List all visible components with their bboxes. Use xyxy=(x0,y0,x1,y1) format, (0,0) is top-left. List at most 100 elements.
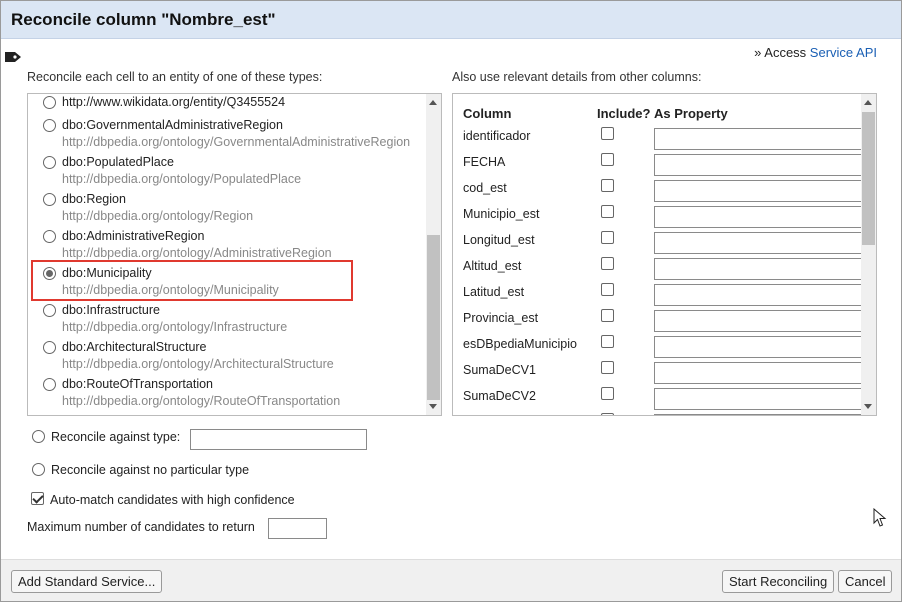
type-item[interactable]: dbo:RouteOfTransportation http://dbpedia… xyxy=(28,377,426,414)
include-checkbox[interactable] xyxy=(601,257,614,270)
type-item[interactable]: dbo:Region http://dbpedia.org/ontology/R… xyxy=(28,192,426,229)
column-row: SumaDeCV1 xyxy=(453,360,864,386)
reconcile-dialog: Reconcile column "Nombre_est" » Access S… xyxy=(0,0,902,602)
type-item-selected[interactable]: dbo:Municipality http://dbpedia.org/onto… xyxy=(28,266,426,303)
column-name: SumaDeCV1 xyxy=(463,363,536,377)
type-name: dbo:Municipality xyxy=(62,266,152,280)
type-item[interactable]: dbo:Infrastructure http://dbpedia.org/on… xyxy=(28,303,426,340)
property-input[interactable] xyxy=(654,258,864,280)
scrollbar-thumb[interactable] xyxy=(427,235,440,400)
column-name: identificador xyxy=(463,129,531,143)
type-item[interactable]: dbo:GovernmentalAdministrativeRegion htt… xyxy=(28,118,426,155)
scroll-up-arrow-icon[interactable] xyxy=(864,100,872,105)
cancel-button[interactable]: Cancel xyxy=(838,570,893,593)
types-scrollbar[interactable] xyxy=(426,94,441,415)
scrollbar-thumb[interactable] xyxy=(862,112,875,245)
type-uri: http://dbpedia.org/ontology/Governmental… xyxy=(62,135,411,149)
property-input[interactable] xyxy=(654,128,864,150)
include-checkbox[interactable] xyxy=(601,335,614,348)
column-row: FECHA xyxy=(453,152,864,178)
include-checkbox[interactable] xyxy=(601,309,614,322)
type-name: http://www.wikidata.org/entity/Q3455524 xyxy=(62,95,286,109)
type-uri: http://dbpedia.org/ontology/Infrastructu… xyxy=(62,320,288,334)
column-name: Longitud_est xyxy=(463,233,535,247)
type-name: dbo:Infrastructure xyxy=(62,303,160,317)
include-checkbox[interactable] xyxy=(601,387,614,400)
column-row: identificador xyxy=(453,126,864,152)
include-header: Include? xyxy=(597,106,651,121)
type-uri: http://dbpedia.org/ontology/Architectura… xyxy=(62,357,334,371)
type-radio[interactable] xyxy=(43,96,56,109)
no-type-radio[interactable] xyxy=(32,463,45,476)
type-name: dbo:AdministrativeRegion xyxy=(62,229,205,243)
add-standard-service-button[interactable]: Add Standard Service... xyxy=(11,570,163,593)
type-radio[interactable] xyxy=(43,193,56,206)
column-header: Column xyxy=(463,106,512,121)
type-radio[interactable] xyxy=(43,341,56,354)
type-radio[interactable] xyxy=(43,304,56,317)
types-list[interactable]: http://www.wikidata.org/entity/Q3455524 … xyxy=(27,93,442,416)
include-checkbox[interactable] xyxy=(601,205,614,218)
against-type-label: Reconcile against type: xyxy=(51,430,181,444)
include-checkbox[interactable] xyxy=(601,283,614,296)
automatch-checkbox[interactable] xyxy=(31,492,44,505)
type-uri: http://dbpedia.org/ontology/Administrati… xyxy=(62,246,332,260)
max-candidates-input[interactable] xyxy=(268,518,327,539)
property-input[interactable] xyxy=(654,310,864,332)
include-checkbox[interactable] xyxy=(601,127,614,140)
type-radio[interactable] xyxy=(43,119,56,132)
start-reconciling-button[interactable]: Start Reconciling xyxy=(722,570,835,593)
include-checkbox[interactable] xyxy=(601,361,614,374)
include-checkbox[interactable] xyxy=(601,413,614,415)
service-api-link[interactable]: Service API xyxy=(810,45,877,60)
as-property-header: As Property xyxy=(654,106,728,121)
type-item[interactable]: dbo:ArchitecturalStructure http://dbpedi… xyxy=(28,340,426,377)
tag-icon[interactable] xyxy=(4,50,22,64)
type-radio[interactable] xyxy=(43,230,56,243)
type-uri: http://dbpedia.org/ontology/Municipality xyxy=(62,283,279,297)
property-input[interactable] xyxy=(654,180,864,202)
type-radio[interactable] xyxy=(43,156,56,169)
property-input[interactable] xyxy=(654,362,864,384)
type-radio[interactable] xyxy=(43,378,56,391)
dialog-titlebar[interactable]: Reconcile column "Nombre_est" xyxy=(1,1,901,39)
column-name: Altitud_est xyxy=(463,259,522,273)
no-type-label: Reconcile against no particular type xyxy=(51,463,250,477)
include-checkbox[interactable] xyxy=(601,153,614,166)
column-name: FECHA xyxy=(463,155,506,169)
property-input[interactable] xyxy=(654,154,864,176)
property-input[interactable] xyxy=(654,388,864,410)
property-input[interactable] xyxy=(654,284,864,306)
column-name: cod_est xyxy=(463,181,507,195)
column-name: esDBpediaMunicipio xyxy=(463,337,577,351)
property-input[interactable] xyxy=(654,414,864,415)
column-row: Longitud_est xyxy=(453,230,864,256)
types-section-label: Reconcile each cell to an entity of one … xyxy=(27,70,323,84)
dialog-footer: Add Standard Service... Start Reconcilin… xyxy=(1,559,901,601)
include-checkbox[interactable] xyxy=(601,179,614,192)
scroll-down-arrow-icon[interactable] xyxy=(429,404,437,409)
property-input[interactable] xyxy=(654,206,864,228)
against-type-radio[interactable] xyxy=(32,430,45,443)
column-name: Latitud_est xyxy=(463,285,525,299)
type-item[interactable]: dbo:PopulatedPlace http://dbpedia.org/on… xyxy=(28,155,426,192)
column-row: Municipio_est xyxy=(453,204,864,230)
property-input[interactable] xyxy=(654,232,864,254)
columns-scrollbar[interactable] xyxy=(861,94,876,415)
type-uri: http://dbpedia.org/ontology/Region xyxy=(62,209,254,223)
type-item[interactable]: dbo:AdministrativeRegion http://dbpedia.… xyxy=(28,229,426,266)
column-row: esDBpediaMunicipio xyxy=(453,334,864,360)
against-type-input[interactable] xyxy=(190,429,367,450)
scroll-down-arrow-icon[interactable] xyxy=(864,404,872,409)
property-input[interactable] xyxy=(654,336,864,358)
type-uri: http://dbpedia.org/ontology/RouteOfTrans… xyxy=(62,394,341,408)
column-row: SumaDeCV2 xyxy=(453,386,864,412)
type-radio-selected[interactable] xyxy=(43,267,56,280)
column-name: Provincia_est xyxy=(463,311,539,325)
include-checkbox[interactable] xyxy=(601,231,614,244)
column-name: Municipio_est xyxy=(463,207,540,221)
column-row-partial xyxy=(453,412,864,415)
column-name: SumaDeCV2 xyxy=(463,389,536,403)
access-service-api: » Access Service API xyxy=(754,45,877,60)
scroll-up-arrow-icon[interactable] xyxy=(429,100,437,105)
